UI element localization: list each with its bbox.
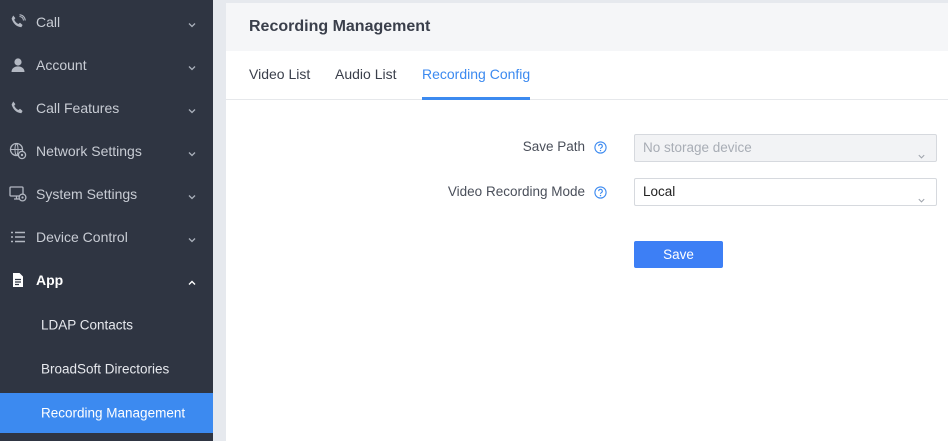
tab-bar: Video List Audio List Recording Config xyxy=(226,51,948,100)
sidebar-item-system-settings[interactable]: System Settings xyxy=(0,172,213,215)
sidebar: Call Account Call Features Network Setti… xyxy=(0,0,213,441)
chevron-down-icon xyxy=(187,103,197,113)
video-recording-mode-select[interactable]: Local xyxy=(634,178,937,206)
globe-gear-icon xyxy=(9,142,27,160)
list-icon xyxy=(9,228,27,246)
sidebar-item-label: Device Control xyxy=(36,228,128,245)
save-path-select: No storage device xyxy=(634,134,937,162)
video-recording-mode-label: Video Recording Mode xyxy=(447,184,585,199)
save-path-value: No storage device xyxy=(643,140,752,155)
sidebar-item-call[interactable]: Call xyxy=(0,0,213,43)
sidebar-item-label: Call Features xyxy=(36,99,120,116)
sidebar-item-account[interactable]: Account xyxy=(0,43,213,86)
tab-video-list[interactable]: Video List xyxy=(249,51,310,100)
sidebar-subitem-label: Recording Management xyxy=(41,405,186,421)
phone-icon xyxy=(9,99,27,117)
main-panel: Recording Management Video List Audio Li… xyxy=(226,3,948,441)
sidebar-subitem-recording-management[interactable]: Recording Management xyxy=(0,393,213,433)
sidebar-item-label: App xyxy=(36,271,64,288)
sidebar-item-label: Network Settings xyxy=(36,142,142,159)
chevron-down-icon xyxy=(187,17,197,27)
chevron-down-icon xyxy=(187,146,197,156)
chevron-down-icon xyxy=(917,144,926,159)
chevron-down-icon xyxy=(187,232,197,242)
sidebar-item-device-control[interactable]: Device Control xyxy=(0,215,213,258)
page-title: Recording Management xyxy=(249,18,431,35)
sidebar-item-app[interactable]: App xyxy=(0,258,213,301)
tab-audio-list[interactable]: Audio List xyxy=(335,51,396,100)
sidebar-subitem-ldap-contacts[interactable]: LDAP Contacts xyxy=(0,305,213,345)
sidebar-item-label: Call xyxy=(36,13,61,30)
save-path-label: Save Path xyxy=(522,139,585,154)
user-icon xyxy=(9,56,27,74)
sidebar-item-call-features[interactable]: Call Features xyxy=(0,86,213,129)
help-icon[interactable] xyxy=(594,141,607,154)
sidebar-subitem-label: BroadSoft Directories xyxy=(41,361,170,377)
sidebar-subitem-label: LDAP Contacts xyxy=(41,317,134,333)
video-recording-mode-value: Local xyxy=(643,184,676,199)
chevron-down-icon xyxy=(187,189,197,199)
chevron-down-icon xyxy=(187,60,197,70)
sidebar-item-network-settings[interactable]: Network Settings xyxy=(0,129,213,172)
sidebar-item-label: System Settings xyxy=(36,185,138,202)
document-icon xyxy=(9,271,27,289)
monitor-gear-icon xyxy=(9,185,27,203)
sidebar-item-label: Account xyxy=(36,56,87,73)
save-button[interactable]: Save xyxy=(634,241,723,268)
page-header: Recording Management xyxy=(226,3,948,51)
help-icon[interactable] xyxy=(594,186,607,199)
app-root: Call Account Call Features Network Setti… xyxy=(0,0,948,441)
chevron-down-icon xyxy=(917,188,926,203)
tab-recording-config[interactable]: Recording Config xyxy=(422,51,531,100)
phone-icon xyxy=(9,13,27,31)
sidebar-subitem-broadsoft-directories[interactable]: BroadSoft Directories xyxy=(0,349,213,389)
chevron-up-icon xyxy=(187,275,197,285)
